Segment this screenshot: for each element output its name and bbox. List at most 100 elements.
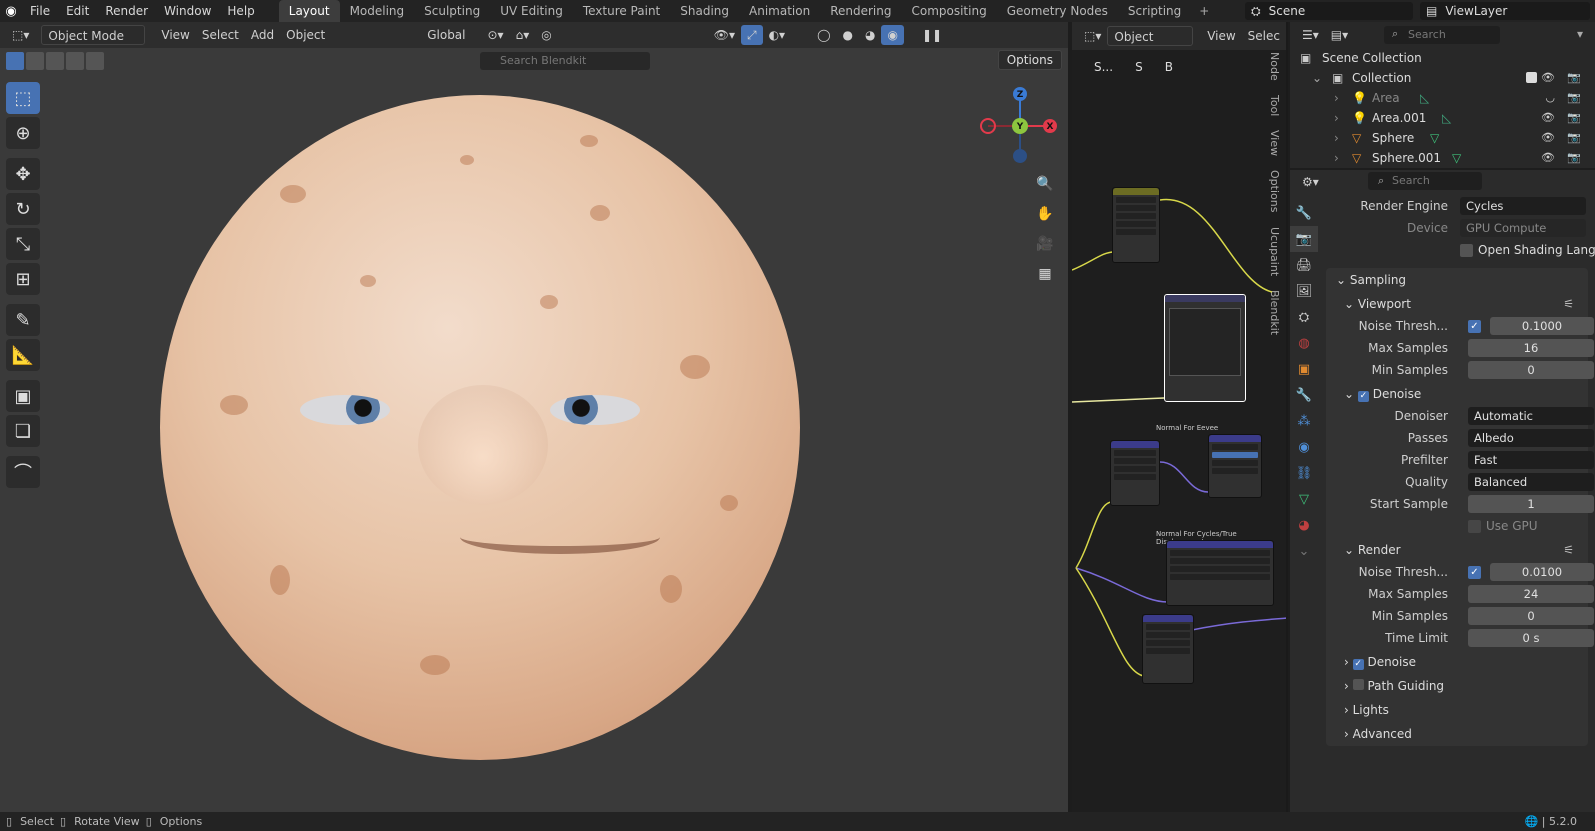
scene-tab-icon[interactable]: ⛭	[1290, 304, 1318, 330]
render-engine-dropdown[interactable]: Cycles	[1460, 197, 1586, 215]
rotate-tool-icon[interactable]: ↻	[6, 193, 40, 225]
tab-shading[interactable]: Shading	[670, 0, 739, 22]
tab-scripting[interactable]: Scripting	[1118, 0, 1191, 22]
select-new-icon[interactable]	[6, 52, 24, 70]
gizmo-toggle-icon[interactable]: ⤢	[740, 25, 763, 45]
viewport-subpanel-header[interactable]: ⌄ Viewport ⚟	[1334, 292, 1588, 316]
expand-chevron-icon[interactable]: ›	[1334, 88, 1339, 108]
menu-select[interactable]: Select	[196, 25, 245, 45]
select-extend-icon[interactable]	[26, 52, 44, 70]
tab-sculpting[interactable]: Sculpting	[414, 0, 490, 22]
device-dropdown[interactable]: GPU Compute	[1460, 219, 1586, 237]
visibility-eye-icon[interactable]: 👁	[1541, 128, 1555, 148]
node-multiply[interactable]	[1112, 187, 1160, 263]
outliner-type-icon[interactable]: ☰▾	[1296, 25, 1325, 45]
render-tab-icon[interactable]: 📷	[1290, 226, 1318, 252]
vp-max-samples-field[interactable]: 16	[1468, 339, 1594, 357]
zoom-icon[interactable]: 🔍	[1033, 172, 1057, 196]
outliner-filter-icon[interactable]: ▾	[1577, 27, 1583, 41]
menu-edit[interactable]: Edit	[58, 0, 97, 22]
node-normal-map-3[interactable]	[1142, 614, 1194, 684]
lights-header[interactable]: › Lights	[1334, 698, 1588, 722]
r-denoise-checkbox[interactable]: ✓	[1352, 659, 1364, 670]
menu-view[interactable]: View	[155, 25, 195, 45]
presets-icon[interactable]: ⚟	[1563, 538, 1574, 562]
outliner-search-input[interactable]: Search	[1384, 26, 1500, 44]
move-tool-icon[interactable]: ✥	[6, 158, 40, 190]
node-editor[interactable]: ⬚▾ Object View Selec S... S B Node Tool …	[1072, 22, 1288, 812]
render-camera-icon[interactable]: 📷	[1567, 148, 1581, 168]
visibility-icon[interactable]: 👁▾	[708, 25, 741, 45]
more-tabs-icon[interactable]: ⌄	[1290, 538, 1318, 564]
denoiser-dropdown[interactable]: Automatic	[1468, 407, 1594, 425]
blender-logo-icon[interactable]: ◉	[0, 0, 22, 22]
node-normal-map-eevee[interactable]	[1110, 440, 1160, 506]
node-bump[interactable]	[1208, 434, 1262, 498]
outliner-item-area-001[interactable]: › 💡 Area.001 ◺ 👁 📷	[1290, 108, 1595, 128]
vp-noise-checkbox[interactable]: ✓	[1468, 320, 1481, 333]
visibility-eye-icon[interactable]: 👁	[1541, 68, 1555, 88]
menu-add[interactable]: Add	[245, 25, 280, 45]
object-mode-dropdown[interactable]: Object Mode	[41, 25, 146, 45]
expand-chevron-icon[interactable]: ›	[1334, 108, 1339, 128]
object-tab-icon[interactable]: ▣	[1290, 356, 1318, 382]
select-intersect-icon[interactable]	[66, 52, 84, 70]
properties-type-icon[interactable]: ⚙▾	[1296, 172, 1325, 192]
add-object-tool-icon[interactable]: ❏	[6, 415, 40, 447]
material-shading-icon[interactable]: ◕	[859, 25, 881, 45]
transform-tool-icon[interactable]: ⊞	[6, 263, 40, 295]
outliner-item-sphere[interactable]: › ▽ Sphere ▽ 👁 📷	[1290, 128, 1595, 148]
menu-object[interactable]: Object	[280, 25, 331, 45]
quality-dropdown[interactable]: Balanced	[1468, 473, 1594, 491]
tab-texture-paint[interactable]: Texture Paint	[573, 0, 670, 22]
pivot-icon[interactable]: ⊙▾	[482, 25, 510, 45]
tab-rendering[interactable]: Rendering	[820, 0, 901, 22]
select-box-tool-icon[interactable]: ⬚	[6, 82, 40, 114]
navigation-gizmo[interactable]: Z X Y	[980, 86, 1060, 166]
world-tab-icon[interactable]: ◍	[1290, 330, 1318, 356]
3d-viewport[interactable]: ⬚▾ Object Mode View Select Add Object Gl…	[0, 22, 1070, 812]
add-workspace-icon[interactable]: +	[1191, 0, 1217, 22]
outliner-collection[interactable]: ⌄ ▣ Collection 👁 📷	[1290, 68, 1595, 88]
render-camera-icon[interactable]: 📷	[1567, 108, 1581, 128]
vp-denoise-checkbox[interactable]: ✓	[1357, 391, 1369, 402]
sampling-panel-header[interactable]: ⌄ Sampling	[1326, 268, 1588, 292]
viewlayer-selector[interactable]: ▤ ViewLayer	[1420, 2, 1590, 20]
menu-render[interactable]: Render	[97, 0, 156, 22]
render-camera-icon[interactable]: 📷	[1567, 68, 1581, 88]
proportional-edit-icon[interactable]: ◎	[535, 25, 557, 45]
passes-dropdown[interactable]: Albedo	[1468, 429, 1594, 447]
select-subtract-icon[interactable]	[46, 52, 64, 70]
pan-hand-icon[interactable]: ✋	[1033, 202, 1057, 226]
use-gpu-checkbox[interactable]	[1468, 520, 1481, 533]
rendered-shading-icon[interactable]: ◉	[881, 25, 904, 45]
start-sample-field[interactable]: 1	[1468, 495, 1594, 513]
advanced-header[interactable]: › Advanced	[1334, 722, 1588, 746]
material-tab-icon[interactable]: ◕	[1290, 512, 1318, 538]
node-normal-map-cycles[interactable]	[1166, 540, 1274, 606]
snap-icon[interactable]: ⌂▾	[510, 25, 536, 45]
tab-compositing[interactable]: Compositing	[901, 0, 996, 22]
curve-tool-icon[interactable]: ⌒	[6, 456, 40, 488]
vp-min-samples-field[interactable]: 0	[1468, 361, 1594, 379]
tool-tab-icon[interactable]: 🔧	[1290, 200, 1318, 226]
expand-chevron-icon[interactable]: ⌄	[1312, 68, 1322, 88]
grid-ortho-icon[interactable]: ▦	[1033, 262, 1057, 286]
render-camera-icon[interactable]: 📷	[1567, 128, 1581, 148]
display-mode-icon[interactable]: ▤▾	[1325, 25, 1354, 45]
tab-geometry-nodes[interactable]: Geometry Nodes	[997, 0, 1118, 22]
r-noise-field[interactable]: 0.0100	[1490, 563, 1594, 581]
camera-view-icon[interactable]: 🎥	[1033, 232, 1057, 256]
wireframe-shading-icon[interactable]: ◯	[811, 25, 836, 45]
tab-uv-editing[interactable]: UV Editing	[490, 0, 573, 22]
visibility-eye-icon[interactable]: 👁	[1541, 148, 1555, 168]
path-guiding-header[interactable]: › Path Guiding	[1334, 674, 1588, 698]
menu-help[interactable]: Help	[219, 0, 262, 22]
transform-orientation-dropdown[interactable]: Global	[421, 25, 471, 45]
render-camera-icon[interactable]: 📷	[1567, 88, 1581, 108]
data-tab-icon[interactable]: ▽	[1290, 486, 1318, 512]
osl-checkbox[interactable]	[1460, 244, 1473, 257]
r-denoise-header[interactable]: › ✓ Denoise	[1334, 650, 1588, 674]
scene-selector[interactable]: ⛭ Scene	[1245, 2, 1413, 20]
r-min-samples-field[interactable]: 0	[1468, 607, 1594, 625]
